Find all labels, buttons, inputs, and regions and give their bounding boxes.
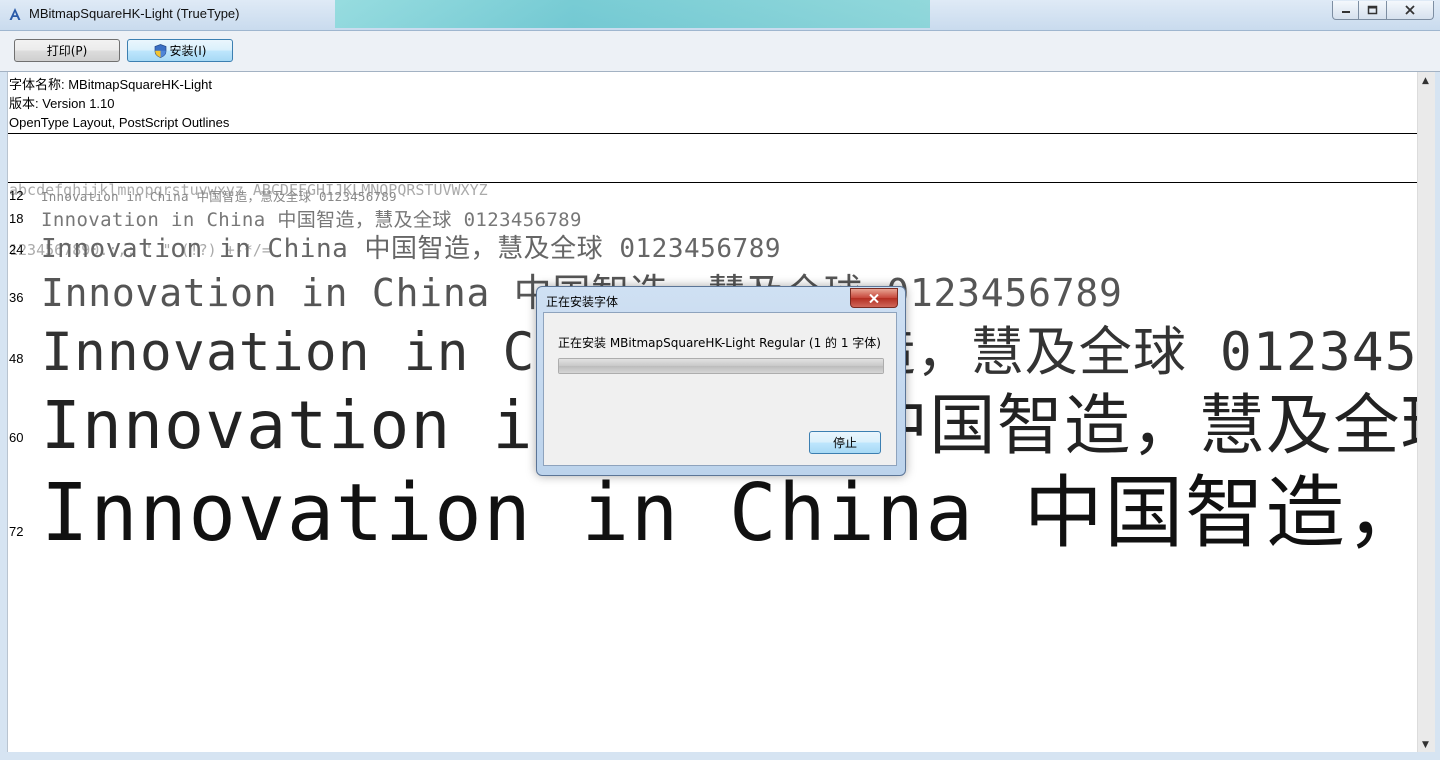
install-button-label: 安装(I)	[169, 44, 207, 58]
print-button[interactable]: 打印(P)	[14, 39, 120, 62]
dialog-title: 正在安装字体	[546, 295, 619, 309]
close-icon	[869, 293, 879, 303]
size-label-24: 24	[9, 242, 24, 257]
font-app-icon	[9, 8, 21, 20]
size-label-72: 72	[9, 524, 24, 539]
maximize-button[interactable]	[1358, 1, 1387, 20]
size-label-48: 48	[9, 351, 24, 366]
sample-text-24: Innovation in China 中国智造，慧及全球 0123456789	[41, 234, 782, 264]
font-version-line: 版本: Version 1.10	[9, 96, 115, 111]
minimize-button[interactable]	[1332, 1, 1359, 20]
close-icon	[1405, 5, 1415, 15]
title-bar-background-glow	[335, 0, 930, 28]
install-button[interactable]: 安装(I)	[127, 39, 233, 62]
divider	[8, 133, 1417, 134]
size-label-12: 12	[9, 188, 24, 203]
installing-font-dialog: 正在安装字体 正在安装 MBitmapSquareHK-Light Regula…	[536, 286, 906, 476]
font-name-line: 字体名称: MBitmapSquareHK-Light	[9, 77, 213, 92]
sample-text-12: Innovation in China 中国智造，慧及全球 0123456789	[41, 189, 397, 204]
dialog-body: 正在安装 MBitmapSquareHK-Light Regular (1 的 …	[543, 312, 897, 466]
window-bottom-border	[0, 752, 1440, 760]
vertical-scrollbar[interactable]: ▲ ▼	[1417, 72, 1435, 752]
scroll-down-icon[interactable]: ▼	[1422, 740, 1429, 750]
toolbar: 打印(P) 安装(I)	[0, 31, 1440, 72]
progress-fill	[559, 359, 883, 373]
title-bar: MBitmapSquareHK-Light (TrueType)	[0, 0, 1440, 31]
window-title: MBitmapSquareHK-Light (TrueType)	[29, 6, 240, 21]
size-label-36: 36	[9, 290, 24, 305]
scroll-up-icon[interactable]: ▲	[1422, 76, 1429, 86]
minimize-icon	[1341, 11, 1350, 13]
font-type-line: OpenType Layout, PostScript Outlines	[9, 115, 230, 130]
install-progress-bar	[558, 358, 884, 374]
install-status-message: 正在安装 MBitmapSquareHK-Light Regular (1 的 …	[558, 336, 881, 350]
font-info: 字体名称: MBitmapSquareHK-Light 版本: Version …	[9, 75, 229, 132]
stop-button[interactable]: 停止	[809, 431, 881, 454]
size-label-18: 18	[9, 211, 24, 226]
divider	[8, 182, 1417, 183]
dialog-close-button[interactable]	[850, 288, 898, 308]
uac-shield-icon	[154, 43, 166, 58]
restore-icon	[1367, 5, 1378, 15]
size-label-60: 60	[9, 430, 24, 445]
close-button[interactable]	[1386, 1, 1434, 20]
